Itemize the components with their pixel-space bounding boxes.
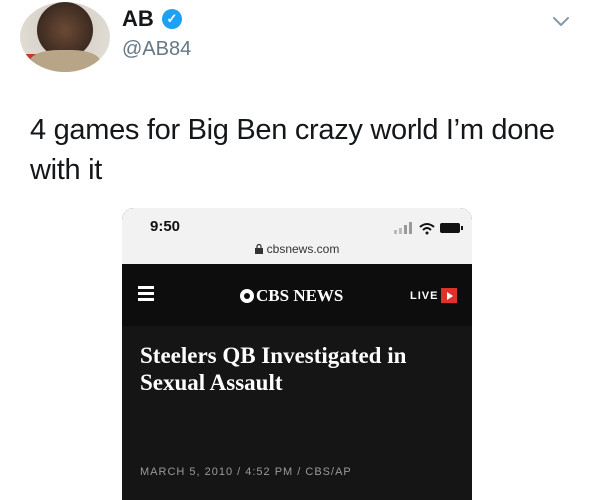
phone-status-bar: 9:50 cbsnews.com: [122, 208, 472, 264]
chevron-down-icon[interactable]: [550, 10, 572, 32]
article-header: Steelers QB Investigated in Sexual Assau…: [122, 326, 472, 500]
attached-screenshot[interactable]: 9:50 cbsnews.com CBS NEWS LIVE Steelers …: [122, 208, 472, 500]
author-name[interactable]: AB: [122, 6, 154, 32]
article-byline: MARCH 5, 2010 / 4:52 PM / CBS/AP: [140, 466, 352, 478]
lock-icon: [254, 244, 263, 254]
avatar[interactable]: [20, 2, 110, 72]
article-headline[interactable]: Steelers QB Investigated in Sexual Assau…: [140, 342, 460, 396]
cbs-nav-bar: CBS NEWS LIVE: [122, 264, 472, 326]
address-bar[interactable]: cbsnews.com: [122, 242, 472, 256]
signal-wifi-battery-icon: [394, 222, 463, 235]
cbs-eye-icon: [240, 289, 254, 303]
cbs-news-logo[interactable]: CBS NEWS: [240, 286, 343, 306]
live-button[interactable]: LIVE: [410, 288, 458, 303]
logo-text: CBS NEWS: [256, 286, 344, 305]
tweet-text: 4 games for Big Ben crazy world I’m done…: [30, 114, 555, 186]
hamburger-menu-icon[interactable]: [138, 286, 154, 302]
verified-badge-icon: ✓: [162, 9, 182, 29]
play-icon: [441, 288, 458, 303]
avatar-detail: [30, 50, 100, 72]
status-time: 9:50: [150, 218, 181, 235]
url-text: cbsnews.com: [266, 242, 340, 256]
author-handle[interactable]: @AB84: [122, 38, 191, 61]
live-label: LIVE: [410, 289, 439, 302]
